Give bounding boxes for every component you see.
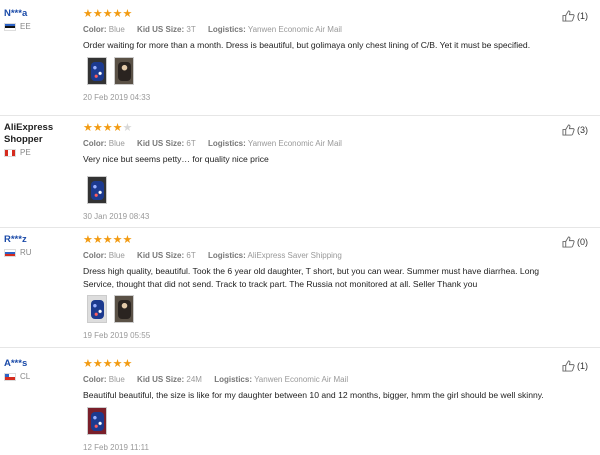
review-photo[interactable] xyxy=(114,295,134,323)
country-code: PE xyxy=(20,148,31,157)
color-label: Color: xyxy=(83,25,107,34)
size-value: 24M xyxy=(186,375,202,384)
thumbs-up-icon xyxy=(562,236,575,248)
review-photos xyxy=(87,56,560,85)
reviewer-country: RU xyxy=(4,248,76,258)
logistics-value: Yanwen Economic Air Mail xyxy=(247,25,342,34)
review-photos xyxy=(87,295,560,323)
review-attributes: Color: Blue Kid US Size: 6T Logistics: Y… xyxy=(83,138,560,149)
reviewer-country: CL xyxy=(4,372,76,382)
review-text: Beautiful beautiful, the size is like fo… xyxy=(83,390,544,400)
review-text: Order waiting for more than a month. Dre… xyxy=(83,40,531,50)
color-label: Color: xyxy=(83,375,107,384)
thumbs-up-icon xyxy=(562,10,575,22)
review-attributes: Color: Blue Kid US Size: 6T Logistics: A… xyxy=(83,250,560,261)
color-label: Color: xyxy=(83,251,107,260)
review-divider xyxy=(0,115,600,116)
logistics-value: Yanwen Economic Air Mail xyxy=(254,375,349,384)
reviewer-info: A***s CL xyxy=(4,358,76,382)
size-value: 6T xyxy=(186,251,196,260)
flag-icon xyxy=(4,373,16,381)
color-label: Color: xyxy=(83,139,107,148)
flag-icon xyxy=(4,149,16,157)
reviewer-info: N***a EE xyxy=(4,8,76,32)
star-rating: ★★★★★ xyxy=(83,234,133,246)
reviewer-info: R***z RU xyxy=(4,234,76,258)
review-photo[interactable] xyxy=(114,56,134,85)
logistics-value: Yanwen Economic Air Mail xyxy=(247,139,342,148)
review-photo[interactable] xyxy=(87,295,107,323)
helpful-count: (0) xyxy=(577,237,588,247)
reviewer-country: PE xyxy=(4,148,76,158)
helpful-button[interactable]: (1) xyxy=(562,360,588,372)
review-content: ★★★★★ Color: Blue Kid US Size: 6T Logist… xyxy=(83,234,560,341)
review-date: 20 Feb 2019 04:33 xyxy=(83,92,151,102)
helpful-button[interactable]: (3) xyxy=(562,124,588,136)
review-divider xyxy=(0,227,600,228)
review-item: R***z RU ★★★★★ Color: Blue Kid US Size: … xyxy=(0,234,600,348)
reviewer-name[interactable]: N***a xyxy=(4,8,76,20)
size-label: Kid US Size: xyxy=(137,25,185,34)
review-item: AliExpress Shopper PE ★★★★★ Color: Blue … xyxy=(0,122,600,228)
helpful-count: (1) xyxy=(577,11,588,21)
country-code: EE xyxy=(20,22,31,31)
review-photo[interactable] xyxy=(87,175,107,204)
logistics-label: Logistics: xyxy=(214,375,252,384)
helpful-count: (3) xyxy=(577,125,588,135)
review-attributes: Color: Blue Kid US Size: 3T Logistics: Y… xyxy=(83,24,560,35)
reviewer-info: AliExpress Shopper PE xyxy=(4,122,76,158)
size-label: Kid US Size: xyxy=(137,139,185,148)
review-content: ★★★★★ Color: Blue Kid US Size: 6T Logist… xyxy=(83,122,560,222)
logistics-label: Logistics: xyxy=(207,251,246,260)
star-rating: ★★★★★ xyxy=(83,8,133,20)
logistics-value: AliExpress Saver Shipping xyxy=(247,251,342,260)
country-code: CL xyxy=(20,372,31,381)
review-attributes: Color: Blue Kid US Size: 24M Logistics: … xyxy=(83,374,560,385)
thumbs-up-icon xyxy=(562,124,575,136)
color-value: Blue xyxy=(108,25,125,34)
review-photos xyxy=(87,175,560,204)
star-rating: ★★★★★ xyxy=(83,122,133,134)
review-text: Dress high quality, beautiful. Took the … xyxy=(83,266,540,289)
review-content: ★★★★★ Color: Blue Kid US Size: 3T Logist… xyxy=(83,8,560,103)
size-value: 3T xyxy=(186,25,196,34)
helpful-button[interactable]: (0) xyxy=(562,236,588,248)
size-label: Kid US Size: xyxy=(137,251,185,260)
review-text: Very nice but seems petty… for quality n… xyxy=(83,154,269,164)
color-value: Blue xyxy=(108,251,125,260)
size-label: Kid US Size: xyxy=(137,375,185,384)
review-date: 12 Feb 2019 11:11 xyxy=(83,442,149,452)
review-content: ★★★★★ Color: Blue Kid US Size: 24M Logis… xyxy=(83,358,560,453)
review-photos xyxy=(87,406,560,435)
country-code: RU xyxy=(20,248,32,257)
review-date: 30 Jan 2019 08:43 xyxy=(83,211,150,221)
helpful-button[interactable]: (1) xyxy=(562,10,588,22)
logistics-label: Logistics: xyxy=(207,25,246,34)
review-item: A***s CL ★★★★★ Color: Blue Kid US Size: … xyxy=(0,358,600,455)
size-value: 6T xyxy=(186,139,196,148)
thumbs-up-icon xyxy=(562,360,575,372)
reviewer-name: AliExpress Shopper xyxy=(4,122,54,145)
color-value: Blue xyxy=(108,375,125,384)
review-photo[interactable] xyxy=(87,56,107,85)
flag-icon xyxy=(4,23,16,31)
flag-icon xyxy=(4,249,16,257)
color-value: Blue xyxy=(108,139,125,148)
reviewer-name[interactable]: R***z xyxy=(4,234,76,246)
helpful-count: (1) xyxy=(577,361,588,371)
star-rating: ★★★★★ xyxy=(83,358,133,370)
reviewer-name[interactable]: A***s xyxy=(4,358,76,370)
review-photo[interactable] xyxy=(87,406,107,435)
review-date: 19 Feb 2019 05:55 xyxy=(83,331,151,340)
logistics-label: Logistics: xyxy=(207,139,246,148)
reviewer-country: EE xyxy=(4,22,76,32)
review-divider xyxy=(0,347,600,348)
review-item: N***a EE ★★★★★ Color: Blue Kid US Size: … xyxy=(0,8,600,116)
